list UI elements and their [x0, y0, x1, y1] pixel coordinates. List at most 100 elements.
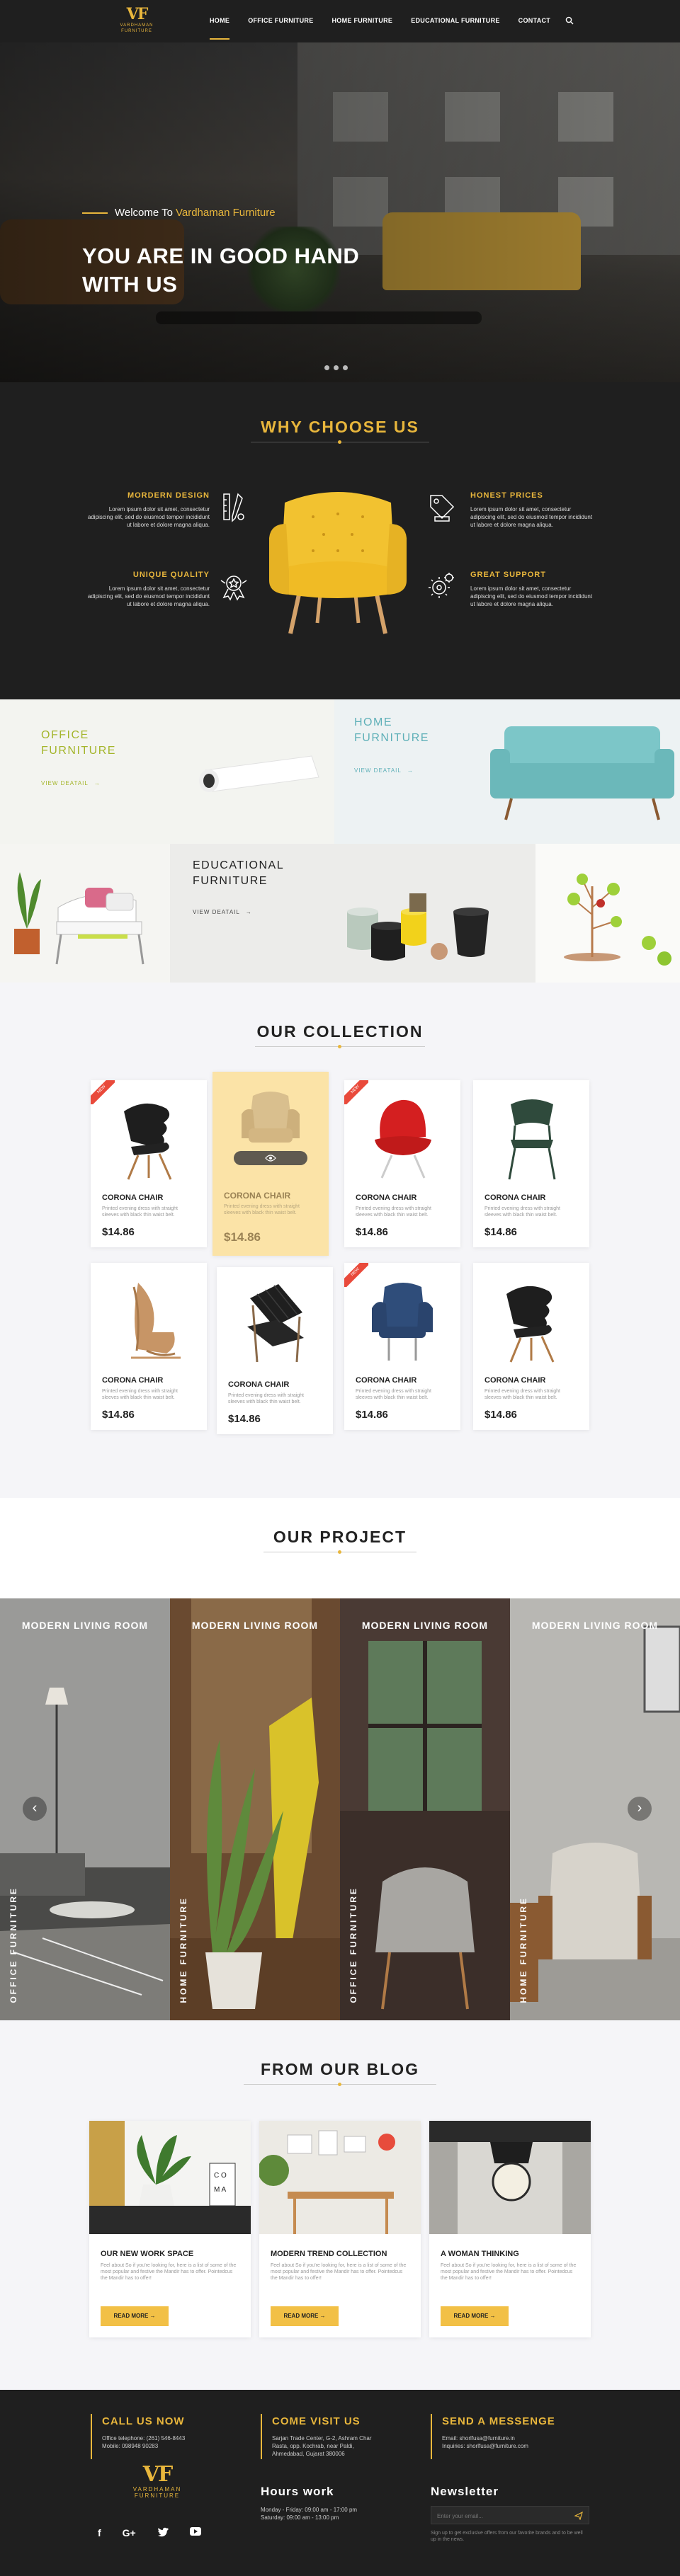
project-panel[interactable]: MODERN LIVING ROOM HOME FURNITURE [510, 1598, 680, 2020]
search-icon[interactable] [565, 16, 574, 25]
feature-title: GREAT SUPPORT [470, 571, 546, 579]
project-label: MODERN LIVING ROOM [531, 1620, 659, 1631]
garden-bench-tile [0, 844, 170, 983]
nav-contact[interactable]: CONTACT [518, 17, 550, 31]
pen-ruler-icon [223, 493, 244, 522]
project-panel[interactable]: MODERN LIVING ROOM OFFICE FURNITURE [340, 1598, 510, 2020]
send-email[interactable]: Email: shorlfusa@furniture.in [442, 2434, 598, 2442]
blog-post-excerpt: Feel about So if you're looking for, her… [271, 2263, 407, 2281]
top-navbar: VF VARDHAMAN FURNITURE HOME OFFICE FURNI… [0, 0, 680, 42]
product-card[interactable]: NEW CORONA CHAIR Printed evening dress w… [344, 1263, 460, 1430]
read-more-button[interactable]: READ MORE → [271, 2306, 339, 2326]
product-card[interactable]: NEW CORONA CHAIR Printed evening dress w… [344, 1080, 460, 1247]
newsletter-title: Newsletter [431, 2485, 499, 2498]
project-panel[interactable]: MODERN LIVING ROOM HOME FURNITURE [170, 1598, 340, 2020]
product-name: CORONA CHAIR [484, 1193, 546, 1202]
hours-weekday: Monday - Friday: 09:00 am - 17:00 pm [261, 2507, 358, 2513]
product-price: $14.86 [228, 1413, 261, 1425]
twitter-icon[interactable] [157, 2527, 169, 2537]
view-detail-link[interactable]: VIEW DEATAIL → [193, 909, 252, 915]
garden-bench-image [14, 872, 144, 965]
product-image [506, 1286, 555, 1363]
category-title-line1: OFFICE [41, 729, 89, 741]
feature-title: MORDERN DESIGN [127, 491, 210, 500]
product-image [124, 1103, 172, 1180]
product-price: $14.86 [102, 1226, 135, 1238]
read-more-button[interactable]: READ MORE → [441, 2306, 509, 2326]
project-label: MODERN LIVING ROOM [191, 1620, 319, 1631]
social-links: f G+ [98, 2527, 201, 2538]
title-dot [338, 2083, 341, 2086]
product-price: $14.86 [102, 1409, 135, 1421]
office-roll-image [199, 755, 319, 792]
logo-name: VARDHAMAN [132, 2486, 182, 2492]
brand-logo[interactable]: VF VARDHAMAN FURNITURE [112, 6, 162, 34]
footer-accent-bar [91, 2414, 92, 2459]
footer-newsletter: Newsletter Sign up to get exclusive offe… [431, 2485, 589, 2543]
blog-post-title: A WOMAN THINKING [441, 2250, 519, 2258]
send-plane-icon[interactable] [574, 2512, 583, 2520]
hours-title: Hours work [261, 2485, 334, 2498]
view-detail-link[interactable]: VIEW DEATAIL → [354, 767, 414, 774]
project-vertical-label: OFFICE FURNITURE [8, 1887, 18, 2003]
chevron-left-icon: ‹ [32, 1800, 38, 1816]
category-office-furniture[interactable]: OFFICE FURNITURE VIEW DEATAIL → [0, 699, 334, 844]
product-card[interactable]: CORONA CHAIR Printed evening dress with … [473, 1263, 589, 1430]
send-inquiries[interactable]: Inquiries: shorlfusa@furniture.com [442, 2442, 598, 2450]
eye-icon [265, 1155, 276, 1162]
blog-card[interactable]: A WOMAN THINKING Feel about So if you're… [429, 2121, 591, 2337]
quick-view-button[interactable] [234, 1151, 307, 1165]
blog-card[interactable]: MODERN TREND COLLECTION Feel about So if… [259, 2121, 421, 2337]
read-more-label: READ MORE [453, 2313, 489, 2319]
product-card[interactable]: NEW CORONA CHAIR Printed evening dress w… [91, 1080, 207, 1247]
product-name: CORONA CHAIR [484, 1376, 546, 1385]
apple-tree-tile [536, 844, 680, 983]
arrow-right-icon: → [94, 780, 101, 786]
visit-address-3: Ahmedabad, Gujarat 380006 [272, 2451, 345, 2457]
slider-dot[interactable] [334, 365, 339, 370]
quality-badge-icon [220, 576, 247, 601]
slider-dot[interactable] [343, 365, 348, 370]
read-more-button[interactable]: READ MORE → [101, 2306, 169, 2326]
facebook-icon[interactable]: f [98, 2527, 101, 2538]
main-menu: HOME OFFICE FURNITURE HOME FURNITURE EDU… [210, 17, 550, 40]
product-name: CORONA CHAIR [356, 1376, 417, 1385]
product-card[interactable]: CORONA CHAIR Printed evening dress with … [217, 1267, 333, 1434]
newsletter-email-input[interactable] [437, 2510, 565, 2521]
logo-name: VARDHAMAN [120, 23, 154, 28]
svg-text:M A: M A [214, 2186, 227, 2194]
price-tag-icon [430, 495, 455, 522]
carousel-next-button[interactable]: › [628, 1797, 652, 1821]
product-card-highlighted[interactable]: CORONA CHAIR Printed evening dress with … [212, 1072, 329, 1256]
project-vertical-label: OFFICE FURNITURE [348, 1887, 358, 2003]
youtube-icon[interactable] [189, 2527, 201, 2536]
category-title-line2: FURNITURE [354, 732, 429, 744]
product-price: $14.86 [484, 1226, 517, 1238]
footer-logo[interactable]: VF VARDHAMAN FURNITURE [122, 2463, 193, 2500]
blog-image-workspace: C O M A [89, 2121, 251, 2234]
feature-text: Lorem ipsum dolor sit amet, consectetur … [470, 506, 593, 528]
nav-home-furniture[interactable]: HOME FURNITURE [332, 17, 393, 31]
product-desc: Printed evening dress with straight slee… [102, 1389, 178, 1400]
slider-dot[interactable] [324, 365, 329, 370]
category-home-furniture[interactable]: HOME FURNITURE VIEW DEATAIL → [334, 699, 680, 844]
category-title-line2: FURNITURE [41, 745, 116, 757]
feature-title: HONEST PRICES [470, 491, 543, 500]
google-plus-icon[interactable]: G+ [123, 2527, 136, 2538]
nav-educational-furniture[interactable]: EDUCATIONAL FURNITURE [411, 17, 499, 31]
nav-office-furniture[interactable]: OFFICE FURNITURE [248, 17, 313, 31]
view-detail-link[interactable]: VIEW DEATAIL → [41, 780, 101, 786]
footer-visit-us: COME VISIT US Sarjan Trade Center, G-2, … [272, 2415, 414, 2458]
product-price: $14.86 [356, 1409, 388, 1421]
product-image [247, 1284, 304, 1363]
blog-card[interactable]: C O M A OUR NEW WORK SPACE Feel about So … [89, 2121, 251, 2337]
product-desc: Printed evening dress with straight slee… [224, 1204, 300, 1215]
send-title: SEND A MESSENGE [442, 2415, 555, 2427]
product-card[interactable]: CORONA CHAIR Printed evening dress with … [91, 1263, 207, 1430]
project-title: OUR PROJECT [273, 1528, 407, 1546]
product-card[interactable]: CORONA CHAIR Printed evening dress with … [473, 1080, 589, 1247]
product-image [131, 1283, 181, 1359]
category-educational-furniture[interactable]: EDUCATIONAL FURNITURE VIEW DEATAIL → [170, 844, 536, 983]
nav-home[interactable]: HOME [210, 17, 230, 40]
carousel-prev-button[interactable]: ‹ [23, 1797, 47, 1821]
